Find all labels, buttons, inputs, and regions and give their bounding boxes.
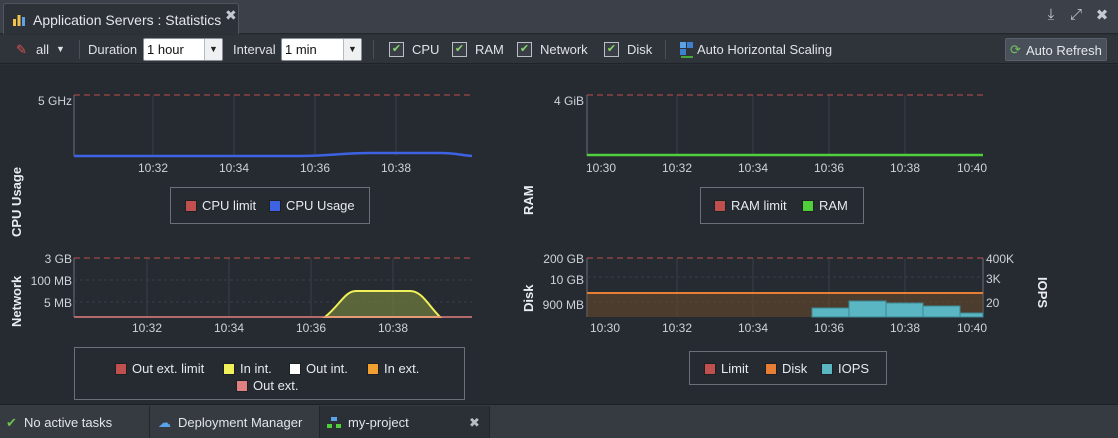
iops-y-tick: 3K [986,272,1001,286]
disk-checkbox[interactable]: ✔ [604,42,619,57]
network-checkbox[interactable]: ✔ [517,42,532,57]
nodes-filter-chevron-icon[interactable]: ▼ [56,35,65,64]
tasks-tab[interactable]: ✔ No active tasks [0,406,150,438]
ram-y-tick: 4 GiB [554,94,584,108]
iops-bar [922,305,961,318]
nodes-filter-label[interactable]: all [36,35,49,64]
ram-x-tick: 10:32 [662,161,692,175]
disk-chart: Disk IOPS 200 GB 10 GB 900 MB 400K 3K 20 [521,252,1050,335]
ram-x-tick: 10:30 [586,161,616,175]
project-icon [327,417,341,428]
in-int-area [322,290,443,318]
disk-x-tick: 10:38 [890,321,920,335]
ram-checkbox-label[interactable]: RAM [475,35,504,64]
auto-refresh-label: Auto Refresh [1026,43,1102,58]
tasks-status: No active tasks [24,415,113,430]
network-axis-title: Network [9,275,24,327]
iops-bar [848,300,887,318]
cpu-axis-title: CPU Usage [9,167,24,237]
ram-checkbox[interactable]: ✔ [452,42,467,57]
deployment-manager-label: Deployment Manager [178,415,303,430]
ram-x-tick: 10:40 [957,161,987,175]
duration-label: Duration [88,42,138,57]
disk-x-tick: 10:36 [814,321,844,335]
disk-axis-title: Disk [521,284,536,312]
network-x-tick: 10:36 [296,321,326,335]
cloud-icon: ☁ [158,415,171,430]
ram-x-tick: 10:34 [738,161,768,175]
check-icon: ✔ [6,415,17,430]
statistics-tab[interactable]: Application Servers : Statistics ✖ [3,3,239,34]
cpu-x-tick: 10:38 [381,161,411,175]
charts-panel: CPU Usage 5 GHz 10:32 10:34 10:36 10:38 … [0,65,1118,404]
toolbar-divider [79,40,80,59]
auto-refresh-button[interactable]: ⟳ Auto Refresh [1005,38,1107,61]
ram-x-tick: 10:38 [890,161,920,175]
network-checkbox-label[interactable]: Network [540,35,588,64]
deployment-manager-tab[interactable]: ☁ Deployment Manager [150,406,320,438]
scaling-icon [680,42,693,58]
cpu-checkbox-label[interactable]: CPU [412,35,439,64]
toolbar-divider [665,40,666,59]
disk-x-tick: 10:34 [738,321,768,335]
disk-x-tick: 10:32 [662,321,692,335]
disk-x-tick: 10:40 [957,321,987,335]
bar-chart-icon [13,15,25,26]
interval-label: Interval [233,42,276,57]
ram-legend: RAM limit RAM [700,187,864,224]
cpu-x-tick: 10:34 [219,161,249,175]
disk-y-tick: 10 GB [550,273,584,287]
duration-select[interactable]: 1 hour ▼ [143,38,223,61]
window-title: Application Servers : Statistics [33,12,222,28]
network-y-tick: 3 GB [45,252,72,266]
close-tab-icon[interactable]: ✖ [225,7,237,24]
network-legend: Out ext. limit In int. Out int. In ext. … [74,347,465,400]
project-label: my-project [348,415,409,430]
status-bar: ✔ No active tasks ☁ Deployment Manager m… [0,404,1118,438]
interval-value: 1 min [285,42,317,57]
download-icon[interactable]: ⤓ [1041,6,1061,23]
network-y-tick: 100 MB [31,274,72,288]
chevron-down-icon[interactable]: ▼ [204,39,222,60]
network-y-tick: 5 MB [44,296,72,310]
disk-x-tick: 10:30 [590,321,620,335]
project-tab[interactable]: my-project ✖ [320,406,490,438]
network-x-tick: 10:38 [378,321,408,335]
network-x-tick: 10:34 [214,321,244,335]
auto-scaling-button[interactable]: Auto Horizontal Scaling [697,35,832,64]
cpu-usage-line [74,151,473,158]
iops-axis-title: IOPS [1035,277,1050,308]
cpu-legend: CPU limit CPU Usage [170,187,370,224]
disk-y-tick: 200 GB [543,252,584,266]
ram-axis-title: RAM [521,185,536,215]
interval-select[interactable]: 1 min ▼ [281,38,362,61]
cpu-x-tick: 10:36 [300,161,330,175]
duration-value: 1 hour [147,42,184,57]
cpu-y-tick: 5 GHz [38,94,72,108]
close-window-icon[interactable]: ✖ [1092,6,1112,24]
window-titlebar: Application Servers : Statistics ✖ ⤓ ⤢ ✖ [0,0,1118,34]
chevron-down-icon[interactable]: ▼ [343,39,361,60]
disk-checkbox-label[interactable]: Disk [627,35,652,64]
brush-icon: ✎ [16,42,27,57]
toolbar-divider [373,40,374,59]
network-x-tick: 10:32 [132,321,162,335]
close-project-icon[interactable]: ✖ [469,406,480,438]
statistics-toolbar: ✎ all ▼ Duration 1 hour ▼ Interval 1 min… [0,35,1118,64]
ram-x-tick: 10:36 [814,161,844,175]
iops-bar [959,312,984,318]
iops-bar [811,307,850,318]
iops-y-tick: 20 [986,296,1000,310]
disk-legend: Limit Disk IOPS [689,351,887,385]
iops-bar [885,302,924,318]
iops-y-tick: 400K [986,252,1014,266]
cpu-x-tick: 10:32 [138,161,168,175]
network-chart: Network 3 GB 100 MB 5 MB 10:32 10:34 10:… [9,252,472,335]
cpu-checkbox[interactable]: ✔ [389,42,404,57]
maximize-icon[interactable]: ⤢ [1066,6,1086,23]
disk-y-tick: 900 MB [543,298,584,312]
refresh-icon: ⟳ [1010,42,1021,57]
